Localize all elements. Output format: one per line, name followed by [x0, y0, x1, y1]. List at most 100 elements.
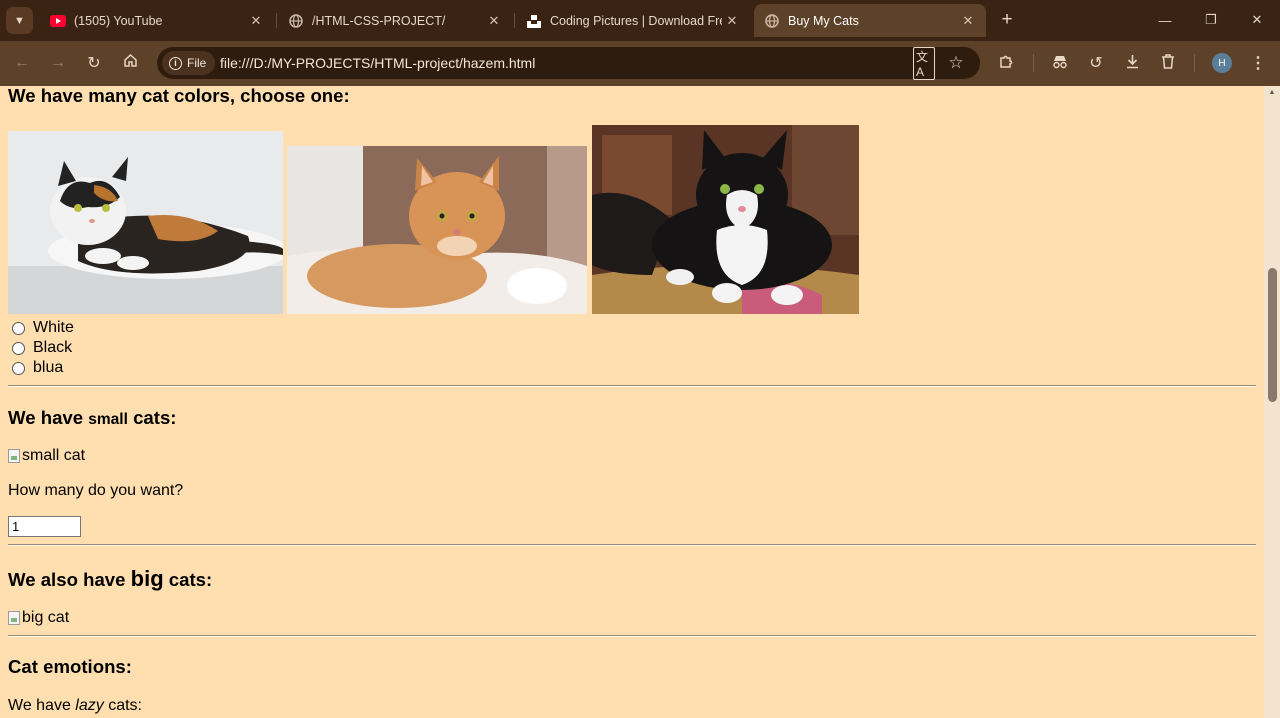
- downloads-button[interactable]: [1121, 52, 1143, 74]
- tab-buy-my-cats[interactable]: Buy My Cats ✕: [754, 4, 986, 37]
- heading-text: We also have: [8, 569, 131, 590]
- line-text: cats:: [103, 697, 142, 714]
- toolbar-divider: [1194, 54, 1195, 72]
- image-alt-text: small cat: [22, 447, 86, 464]
- quantity-question: How many do you want?: [8, 482, 184, 499]
- history-button[interactable]: ↺: [1085, 52, 1107, 74]
- radio-label: blua: [33, 359, 64, 376]
- scroll-up-arrow-icon[interactable]: ▲: [1267, 88, 1277, 98]
- history-icon: ↺: [1089, 55, 1103, 72]
- quantity-input[interactable]: [8, 516, 81, 537]
- close-tab-icon[interactable]: ✕: [722, 13, 742, 29]
- site-info-chip[interactable]: i File: [162, 51, 216, 75]
- profile-avatar[interactable]: H: [1212, 53, 1232, 73]
- tab-youtube[interactable]: (1505) YouTube ✕: [40, 4, 274, 37]
- youtube-icon: [50, 13, 66, 29]
- heading-emphasis: big: [130, 566, 164, 591]
- tab-html-css-project[interactable]: /HTML-CSS-PROJECT/ ✕: [278, 4, 512, 37]
- unsplash-icon: [526, 13, 542, 29]
- toolbar-divider: [1033, 54, 1034, 72]
- star-icon: ☆: [948, 53, 964, 72]
- incognito-button[interactable]: [1049, 52, 1071, 74]
- menu-button[interactable]: ⋮: [1247, 52, 1269, 74]
- heading-text: cats:: [127, 407, 177, 428]
- forward-button[interactable]: →: [47, 52, 69, 74]
- scheme-label: File: [187, 56, 207, 70]
- color-option-white[interactable]: White: [12, 318, 74, 338]
- restore-button[interactable]: ❐: [1196, 8, 1226, 32]
- url-text[interactable]: file:///D:/MY-PROJECTS/HTML-project/haze…: [220, 55, 535, 71]
- reload-button[interactable]: ↻: [83, 52, 105, 74]
- arrow-left-icon: ←: [14, 54, 30, 71]
- color-option-black[interactable]: Black: [12, 338, 72, 358]
- radio-label: White: [33, 319, 74, 336]
- trash-icon: [1161, 54, 1175, 72]
- broken-image-icon: [8, 611, 20, 625]
- incognito-icon: [1052, 55, 1068, 72]
- small-cats-heading: We have small cats:: [8, 407, 177, 429]
- close-window-button[interactable]: ✕: [1242, 8, 1272, 32]
- cat-photo-calico: [8, 131, 283, 314]
- reload-icon: ↻: [87, 55, 101, 72]
- puzzle-icon: [998, 54, 1014, 73]
- translate-icon: 文A: [913, 46, 935, 80]
- tab-coding-pictures[interactable]: Coding Pictures | Download Fre ✕: [516, 4, 750, 37]
- radio-button[interactable]: [12, 361, 25, 375]
- big-cat-image: big cat: [8, 609, 69, 627]
- big-cats-heading: We also have big cats:: [8, 566, 212, 592]
- radio-label: Black: [33, 339, 73, 356]
- info-icon: i: [169, 56, 182, 70]
- scrollbar-thumb[interactable]: [1268, 268, 1277, 402]
- image-alt-text: big cat: [22, 609, 70, 626]
- globe-icon: [288, 13, 304, 29]
- broken-image-icon: [8, 449, 20, 463]
- colors-heading: We have many cat colors, choose one:: [8, 86, 350, 106]
- tab-strip: ▼ (1505) YouTube ✕ /HTML-CSS-PROJECT/ ✕ …: [0, 0, 1280, 41]
- home-icon: [123, 53, 138, 73]
- section-divider: [8, 544, 1256, 546]
- color-option-blua[interactable]: blua: [12, 358, 63, 378]
- arrow-right-icon: →: [50, 54, 66, 71]
- tab-title: (1505) YouTube: [74, 13, 163, 28]
- close-icon: ✕: [1251, 12, 1263, 27]
- restore-icon: ❐: [1205, 12, 1217, 27]
- heading-text: cats:: [163, 569, 213, 590]
- tab-title: Coding Pictures | Download Fre: [550, 13, 722, 28]
- new-tab-button[interactable]: +: [996, 9, 1018, 31]
- radio-button[interactable]: [12, 321, 25, 335]
- more-vertical-icon: ⋮: [1250, 55, 1266, 72]
- tab-divider: [276, 13, 277, 28]
- tab-title: /HTML-CSS-PROJECT/: [312, 13, 446, 28]
- line-emphasis: lazy: [75, 697, 104, 714]
- minimize-icon: —: [1158, 12, 1172, 28]
- extensions-button[interactable]: [995, 52, 1017, 74]
- translate-button[interactable]: 文A: [913, 46, 935, 80]
- emotions-heading: Cat emotions:: [8, 656, 132, 677]
- tab-search-button[interactable]: ▼: [6, 7, 33, 34]
- vertical-scrollbar[interactable]: [1264, 86, 1280, 718]
- tab-divider: [514, 13, 515, 28]
- section-divider: [8, 385, 1256, 387]
- cat-photo-orange: [287, 146, 587, 314]
- heading-text: We have: [8, 407, 89, 428]
- plus-icon: +: [1001, 9, 1013, 30]
- cat-photo-tuxedo: [592, 125, 859, 314]
- line-text: We have: [8, 697, 76, 714]
- page-viewport: We have many cat colors, choose one: Whi…: [0, 86, 1264, 718]
- chevron-down-icon: ▼: [14, 14, 25, 27]
- heading-emphasis: small: [88, 411, 128, 428]
- close-tab-icon[interactable]: ✕: [484, 13, 504, 29]
- section-divider: [8, 635, 1256, 637]
- close-tab-icon[interactable]: ✕: [958, 13, 978, 29]
- bookmark-button[interactable]: ☆: [945, 52, 967, 74]
- close-tab-icon[interactable]: ✕: [246, 13, 266, 29]
- lazy-cats-line: We have lazy cats:: [8, 697, 142, 715]
- small-cat-image: small cat: [8, 447, 85, 465]
- minimize-button[interactable]: —: [1150, 8, 1180, 32]
- delete-button[interactable]: [1157, 52, 1179, 74]
- globe-icon: [764, 13, 780, 29]
- radio-button[interactable]: [12, 341, 25, 355]
- home-button[interactable]: [119, 52, 141, 74]
- tab-title: Buy My Cats: [788, 13, 859, 28]
- back-button[interactable]: ←: [11, 52, 33, 74]
